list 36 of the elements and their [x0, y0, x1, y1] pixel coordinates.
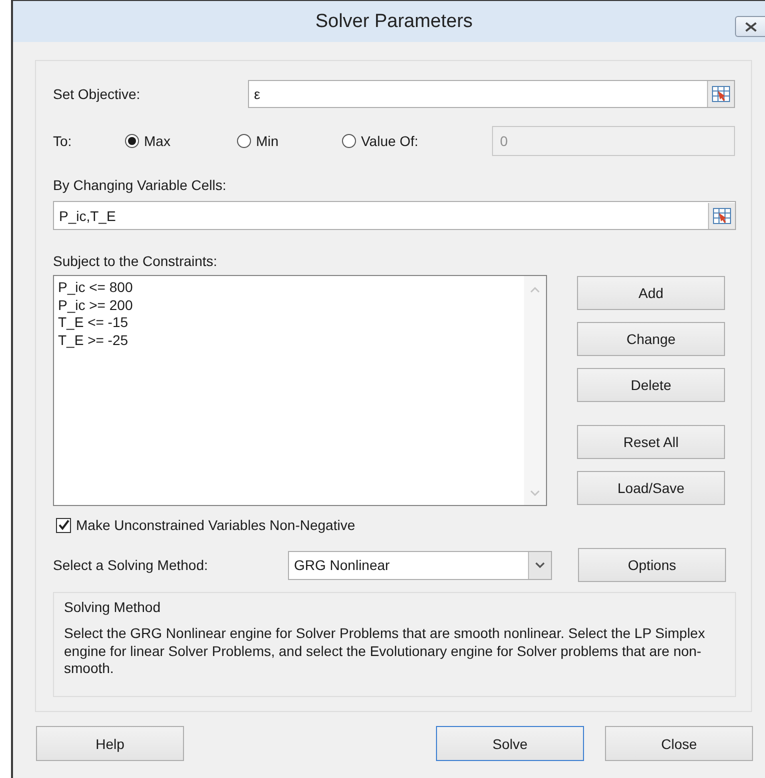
close-icon: [744, 22, 756, 32]
options-button[interactable]: Options: [578, 548, 726, 582]
constraint-button[interactable]: Add: [577, 276, 725, 310]
window-title: Solver Parameters: [315, 10, 473, 32]
objective-field[interactable]: ε: [248, 80, 735, 108]
constraint-item[interactable]: P_ic >= 200: [58, 296, 133, 314]
description-title: Solving Method: [64, 599, 161, 615]
constraint-button[interactable]: Delete: [577, 368, 725, 402]
changing-cells-field[interactable]: P_ic,T_E: [53, 201, 736, 230]
changing-cells-label: By Changing Variable Cells:: [53, 177, 228, 193]
constraint-button[interactable]: Load/Save: [577, 471, 725, 505]
objective-label: Set Objective:: [53, 86, 142, 102]
range-select-button[interactable]: [707, 81, 734, 107]
range-grid-icon: [712, 86, 730, 102]
constraint-item[interactable]: T_E >= -25: [58, 332, 128, 349]
dropdown-caret-icon: [535, 562, 545, 568]
constraint-button[interactable]: Change: [577, 322, 725, 356]
radio-option[interactable]: Value Of:: [342, 133, 492, 149]
radio-option[interactable]: Max: [125, 133, 237, 149]
dialog-button[interactable]: Solve: [436, 726, 584, 761]
constraint-button[interactable]: Reset All: [577, 425, 725, 459]
solving-method-label: Select a Solving Method:: [53, 557, 209, 573]
constraint-item[interactable]: P_ic <= 800: [58, 279, 133, 296]
close-button[interactable]: [735, 16, 765, 37]
range-grid-icon: [713, 208, 731, 224]
radio-option[interactable]: Min: [237, 133, 342, 149]
constraints-label: Subject to the Constraints:: [53, 253, 218, 269]
range-select-button[interactable]: [708, 202, 735, 228]
dialog-button[interactable]: Close: [605, 726, 753, 761]
constraint-item[interactable]: T_E <= -15: [58, 314, 128, 332]
solving-method-dropdown[interactable]: GRG Nonlinear: [288, 550, 552, 580]
dialog-button[interactable]: Help: [36, 726, 184, 761]
non-negative-checkbox[interactable]: Make Unconstrained Variables Non-Negative: [56, 517, 356, 533]
to-label: To:: [53, 133, 73, 149]
checkmark-icon: [58, 519, 70, 531]
description-text: Select the GRG Nonlinear engine for Solver Problems that are smooth nonlinear. Select the LP Simplex engine for linear Solver Problems, and select the Evolutionary engine for Solver problems that are non-smooth.: [64, 625, 706, 678]
